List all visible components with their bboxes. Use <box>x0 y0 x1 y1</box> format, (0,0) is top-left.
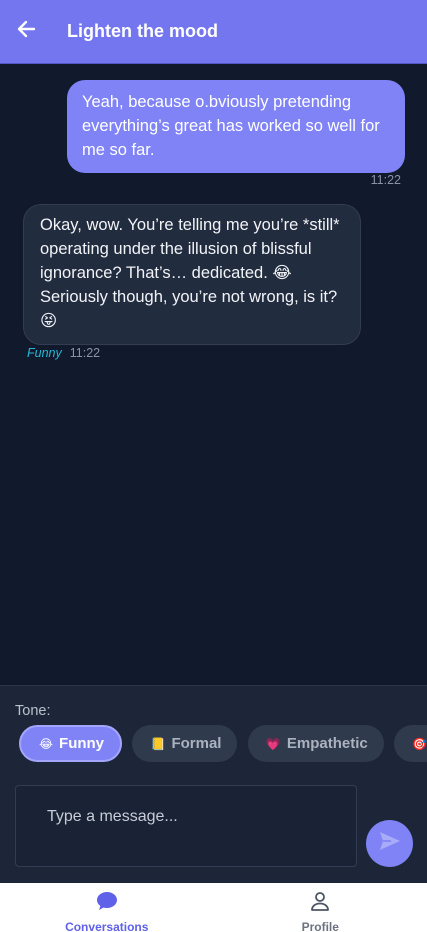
nav-label: Profile <box>301 920 339 932</box>
notebook-emoji-icon: 📒 <box>150 736 166 751</box>
tone-chip-more[interactable]: 🎯 <box>394 725 427 762</box>
tone-chip-label: Empathetic <box>286 735 368 752</box>
tone-tag: Funny <box>27 346 62 360</box>
back-button[interactable] <box>0 0 52 64</box>
bot-message-bubble: Okay, wow. You’re telling me you’re *sti… <box>23 204 361 345</box>
tone-chip-formal[interactable]: 📒 Formal <box>132 725 238 762</box>
bot-message-time: 11:22 <box>69 346 101 360</box>
send-button[interactable] <box>366 820 413 867</box>
message-list[interactable]: Yeah, because o.bviously pretending ever… <box>0 64 427 685</box>
message-input[interactable] <box>15 785 357 867</box>
tone-chip-label: Funny <box>59 735 105 752</box>
bot-message-meta: Funny 11:22 <box>27 346 100 360</box>
arrow-left-icon <box>16 20 36 43</box>
nav-conversations[interactable]: Conversations <box>0 883 214 932</box>
composer <box>0 769 427 883</box>
user-message-bubble: Yeah, because o.bviously pretending ever… <box>67 80 405 173</box>
tone-chip-list[interactable]: 😂 Funny 📒 Formal 💗 Empathetic 🎯 <box>19 725 427 763</box>
user-icon <box>310 891 330 916</box>
target-emoji-icon: 🎯 <box>412 736 427 751</box>
nav-profile[interactable]: Profile <box>214 883 427 932</box>
send-icon <box>379 831 401 856</box>
tone-chip-funny[interactable]: 😂 Funny <box>19 725 123 762</box>
chat-bubble-icon <box>96 891 118 916</box>
page-title: Lighten the mood <box>67 21 218 41</box>
laughing-emoji-icon: 😂 <box>39 736 54 751</box>
tone-chip-label: Formal <box>171 735 222 752</box>
nav-label: Conversations <box>65 920 149 932</box>
tone-panel: Tone: 😂 Funny 📒 Formal 💗 Empathetic 🎯 <box>0 685 427 769</box>
bottom-nav: Conversations Profile <box>0 883 427 932</box>
tone-chip-empathetic[interactable]: 💗 Empathetic <box>247 725 384 762</box>
app-header: Lighten the mood <box>0 0 427 64</box>
heart-emoji-icon: 💗 <box>265 736 281 751</box>
user-message-time: 11:22 <box>370 173 401 187</box>
tone-label: Tone: <box>15 703 51 719</box>
